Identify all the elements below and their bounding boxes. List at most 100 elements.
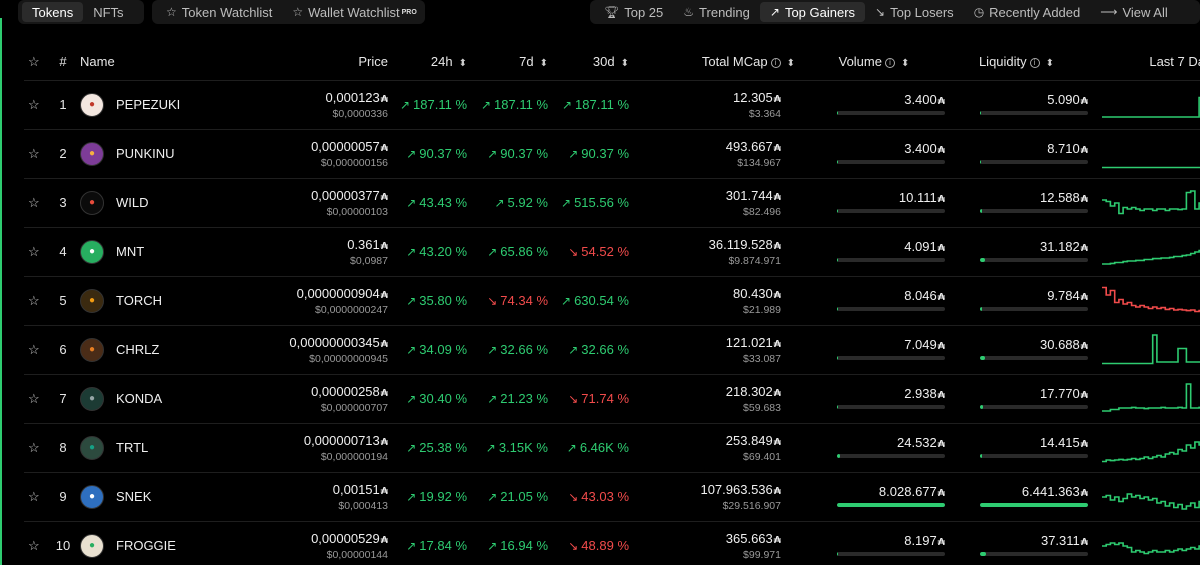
token-name-cell[interactable]: ● WILD — [78, 178, 278, 228]
header-24h[interactable]: 24h ⬍ — [390, 44, 471, 81]
tab-top-25[interactable]: 🏆︎ Top 25 — [594, 2, 673, 22]
tab-view-all[interactable]: ⟶ View All — [1090, 2, 1178, 22]
watchlist-star-icon[interactable]: ☆ — [24, 80, 48, 130]
volume-bar — [837, 159, 945, 164]
volume-bar — [837, 306, 945, 311]
arrow-up-right-icon: ↗ — [406, 441, 417, 455]
mcap-cell: 493.667₳ $134.967 — [633, 129, 803, 179]
mcap-cell: 80.430₳ $21.989 — [633, 276, 803, 326]
token-name-cell[interactable]: ● TORCH — [78, 276, 278, 326]
change-d7: ↗ 21.23 % — [487, 391, 548, 406]
tab-wallet-watchlist[interactable]: ☆ Wallet Watchlist PRO — [282, 2, 426, 22]
watchlist-star-icon[interactable]: ☆ — [24, 227, 48, 277]
watchlist-star-icon[interactable]: ☆ — [24, 129, 48, 179]
header-price[interactable]: Price — [278, 44, 390, 81]
header-total-mcap[interactable]: Total MCap i ⬍ — [633, 44, 803, 81]
header-name[interactable]: Name — [78, 44, 278, 81]
ada-symbol-icon: ₳ — [937, 242, 945, 254]
mcap-value: 253.849 — [725, 432, 773, 448]
table-row[interactable]: ☆ 6 ● CHRLZ 0,00000000345₳ $0,00000000945 ↗ 34.… — [24, 325, 1200, 375]
arrow-up-right-icon: ↗ — [494, 196, 505, 210]
tab-nfts[interactable]: NFTs — [83, 2, 133, 22]
table-row[interactable]: ☆ 2 ● PUNKINU 0,00000057₳ $0,000000156 ↗ 90.37 … — [24, 129, 1200, 179]
change-d30: ↘ 43.03 % — [568, 489, 629, 504]
change-value: 90.37 % — [419, 146, 467, 161]
table-row[interactable]: ☆ 9 ● SNEK 0,00151₳ $0,000413 ↗ 19.92 % ↗ 21.05 %… — [24, 472, 1200, 522]
liquidity-ada: 12.588₳ — [980, 190, 1088, 205]
volume-cell: 8.028.677₳ — [803, 472, 945, 522]
mcap-value: 301.744 — [725, 187, 773, 203]
watchlist-star-icon[interactable]: ☆ — [24, 472, 48, 522]
tab-top-losers[interactable]: ↘ Top Losers — [865, 2, 964, 22]
watchlist-star-icon[interactable]: ☆ — [24, 325, 48, 375]
sparkline-path — [1102, 492, 1200, 510]
header-7d[interactable]: 7d ⬍ — [471, 44, 552, 81]
watchlist-star-icon[interactable]: ☆ — [24, 276, 48, 326]
watchlist-star-icon[interactable]: ☆ — [24, 521, 48, 565]
change-value: 32.66 % — [500, 342, 548, 357]
header-30d[interactable]: 30d ⬍ — [552, 44, 633, 81]
watchlist-star-icon[interactable]: ☆ — [24, 423, 48, 473]
tab-token-watchlist[interactable]: ☆ Token Watchlist — [156, 2, 282, 22]
ada-symbol-icon: ₳ — [1080, 487, 1088, 499]
watchlist-star-icon[interactable]: ☆ — [24, 178, 48, 228]
liquidity-bar — [980, 502, 1088, 507]
sparkline-path — [1102, 96, 1200, 118]
table-row[interactable]: ☆ 7 ● KONDA 0,00000258₳ $0,000000707 ↗ 30.40 % ↗… — [24, 374, 1200, 424]
mcap-value: 121.021 — [725, 334, 773, 350]
liquidity-bar-fill — [980, 453, 983, 458]
price-ada: 0,0000000904₳ — [278, 286, 388, 301]
token-name-cell[interactable]: ● KONDA — [78, 374, 278, 424]
sparkline-chart — [1102, 96, 1200, 118]
token-name-cell[interactable]: ● SNEK — [78, 472, 278, 522]
sparkline-cell — [1088, 423, 1200, 473]
volume-bar — [837, 551, 945, 556]
volume-ada: 3.400₳ — [837, 141, 945, 156]
tab-top-gainers[interactable]: ↗ Top Gainers — [759, 2, 866, 22]
token-name-cell[interactable]: ● TRTL — [78, 423, 278, 473]
header-liquidity[interactable]: Liquidity i ⬍ — [945, 44, 1088, 81]
info-icon[interactable]: i — [770, 58, 781, 69]
table-row[interactable]: ☆ 3 ● WILD 0,00000377₳ $0,00000103 ↗ 43.43 % ↗ 5.… — [24, 178, 1200, 228]
tokens-table: ☆ # Name Price 24h ⬍ 7d ⬍ 30d ⬍ Total MCap i… — [24, 44, 1200, 565]
table-row[interactable]: ☆ 4 ● MNT 0.361₳ $0,0987 ↗ 43.20 % ↗ 65.86 % ↘ 54.5… — [24, 227, 1200, 277]
info-icon[interactable]: i — [1029, 58, 1040, 69]
tab-trending[interactable]: ♨ Trending — [673, 2, 760, 22]
volume-cell: 10.111₳ — [803, 178, 945, 228]
change-30d-cell: ↗ 630.54 % — [552, 276, 633, 326]
mcap-value: 365.663 — [725, 530, 773, 546]
table-row[interactable]: ☆ 5 ● TORCH 0,0000000904₳ $0,0000000247 ↗ 35.80… — [24, 276, 1200, 326]
watchlist-star-icon[interactable]: ☆ — [24, 374, 48, 424]
token-name-cell[interactable]: ● CHRLZ — [78, 325, 278, 375]
table-row[interactable]: ☆ 10 ● FROGGIE 0,00000529₳ $0,00000144 ↗ 17.84 … — [24, 521, 1200, 565]
header-rank[interactable]: # — [48, 44, 78, 81]
change-d30: ↗ 187.11 % — [562, 97, 629, 112]
row-rank: 4 — [48, 227, 78, 277]
arrow-up-right-icon: ↗ — [399, 98, 411, 112]
sparkline-chart — [1102, 492, 1200, 510]
change-d30: ↗ 630.54 % — [561, 293, 629, 308]
token-name-cell[interactable]: ● MNT — [78, 227, 278, 277]
token-name-cell[interactable]: ● PEPEZUKI — [78, 80, 278, 130]
change-value: 187.11 % — [413, 97, 467, 112]
change-30d-cell: ↘ 48.89 % — [552, 521, 633, 565]
liquidity-bar-fill — [980, 208, 983, 213]
header-volume[interactable]: Volume i ⬍ — [803, 44, 945, 81]
tab-recently-added[interactable]: ◷ Recently Added — [964, 2, 1091, 22]
tab-tokens[interactable]: Tokens — [22, 2, 84, 22]
token-name-cell[interactable]: ● PUNKINU — [78, 129, 278, 179]
sparkline-path — [1102, 286, 1200, 312]
price-ada: 0,00000057₳ — [278, 139, 388, 154]
mcap-ada: 301.744₳ — [633, 188, 781, 203]
mcap-ada: 365.663₳ — [633, 531, 781, 546]
table-row[interactable]: ☆ 1 ● PEPEZUKI 0,000123₳ $0,0000336 ↗ 187.11 % ↗… — [24, 80, 1200, 130]
liquidity-value: 6.441.363 — [1021, 483, 1080, 499]
header-label: Liquidity — [978, 54, 1027, 70]
pro-badge: PRO — [401, 8, 417, 16]
sparkline-chart — [1102, 286, 1200, 312]
token-logo-icon: ● — [80, 484, 104, 509]
table-row[interactable]: ☆ 8 ● TRTL 0,000000713₳ $0,000000194 ↗ 25.38 % ↗… — [24, 423, 1200, 473]
token-name-cell[interactable]: ● FROGGIE — [78, 521, 278, 565]
price-value: 0,000123 — [325, 89, 380, 105]
info-icon[interactable]: i — [884, 58, 895, 69]
